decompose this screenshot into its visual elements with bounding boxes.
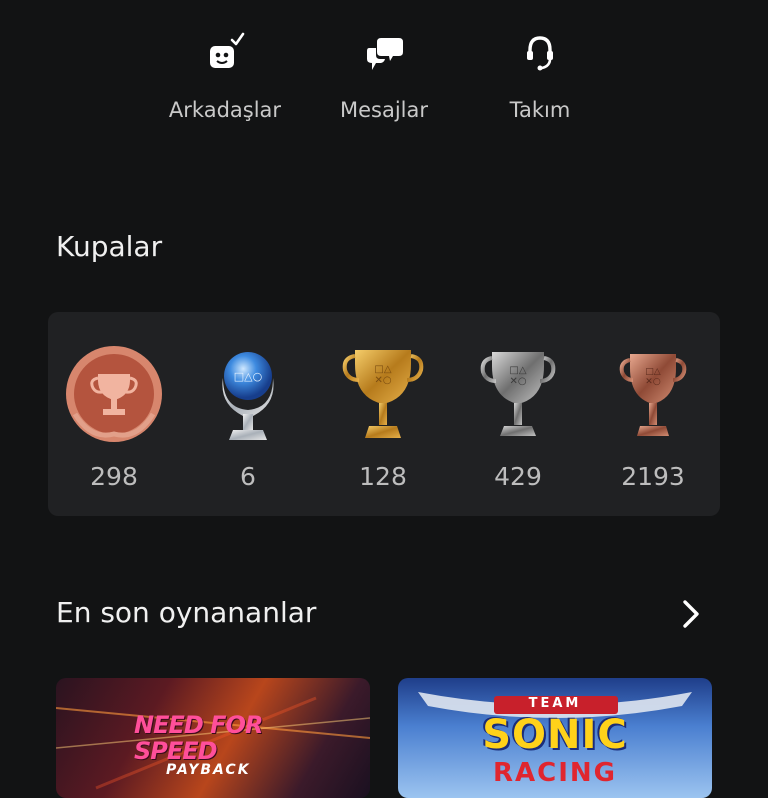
nfs-subtitle-art: PAYBACK <box>166 762 251 778</box>
chevron-right-icon[interactable] <box>676 596 706 632</box>
racing-art: RACING <box>493 758 617 788</box>
silver-trophies[interactable]: □△ ✕○ 429 <box>458 342 578 502</box>
svg-text:✕○: ✕○ <box>645 377 661 387</box>
platinum-trophy-icon: □△○ <box>222 352 274 440</box>
gold-trophy-count: 128 <box>359 462 407 491</box>
sonic-art: SONIC <box>482 712 628 758</box>
bronze-trophy-icon: □△ ✕○ <box>619 354 687 436</box>
gold-trophies[interactable]: □△ ✕○ 128 <box>323 342 443 502</box>
svg-text:□△: □△ <box>374 364 391 375</box>
headset-icon <box>510 28 570 78</box>
friends-icon <box>195 28 255 78</box>
nfs-title-art: NEED FOR SPEED <box>134 711 263 765</box>
team-art: TEAM <box>528 696 582 711</box>
friends-button[interactable]: Arkadaşlar <box>140 22 310 132</box>
svg-text:□△: □△ <box>509 365 526 376</box>
trophies-title: Kupalar <box>56 230 163 263</box>
trophy-level[interactable]: 298 <box>54 342 174 502</box>
game-card-need-for-speed[interactable]: NEED FOR SPEED PAYBACK <box>56 678 370 798</box>
bronze-trophy-count: 2193 <box>621 462 685 491</box>
quick-actions: Arkadaşlar Mesajlar Takım <box>140 22 620 132</box>
friends-label: Arkadaşlar <box>168 98 282 122</box>
trophy-level-count: 298 <box>90 462 138 491</box>
bronze-trophies[interactable]: □△ ✕○ 2193 <box>593 342 713 502</box>
svg-text:□△: □△ <box>645 367 661 377</box>
svg-text:✕○: ✕○ <box>509 376 526 387</box>
recently-played-title: En son oynananlar <box>56 596 317 629</box>
trophy-level-icon <box>66 346 162 442</box>
platinum-trophies[interactable]: □△○ 6 <box>188 342 308 502</box>
team-button[interactable]: Takım <box>455 22 625 132</box>
silver-trophy-count: 429 <box>494 462 542 491</box>
svg-text:✕○: ✕○ <box>374 375 391 386</box>
team-label: Takım <box>509 98 571 122</box>
messages-button[interactable]: Mesajlar <box>299 22 469 132</box>
gold-trophy-icon: □△ ✕○ <box>342 350 424 438</box>
svg-text:□△○: □△○ <box>234 370 262 383</box>
messages-label: Mesajlar <box>339 98 429 122</box>
game-card-team-sonic-racing[interactable]: TEAM SONIC RACING <box>398 678 712 798</box>
trophy-summary-card[interactable]: 298 □△○ 6 □△ ✕○ 128 □△ ✕○ 429 □△ ✕○ 2193 <box>48 312 720 516</box>
silver-trophy-icon: □△ ✕○ <box>480 352 556 436</box>
platinum-trophy-count: 6 <box>240 462 256 491</box>
messages-icon <box>354 28 414 78</box>
